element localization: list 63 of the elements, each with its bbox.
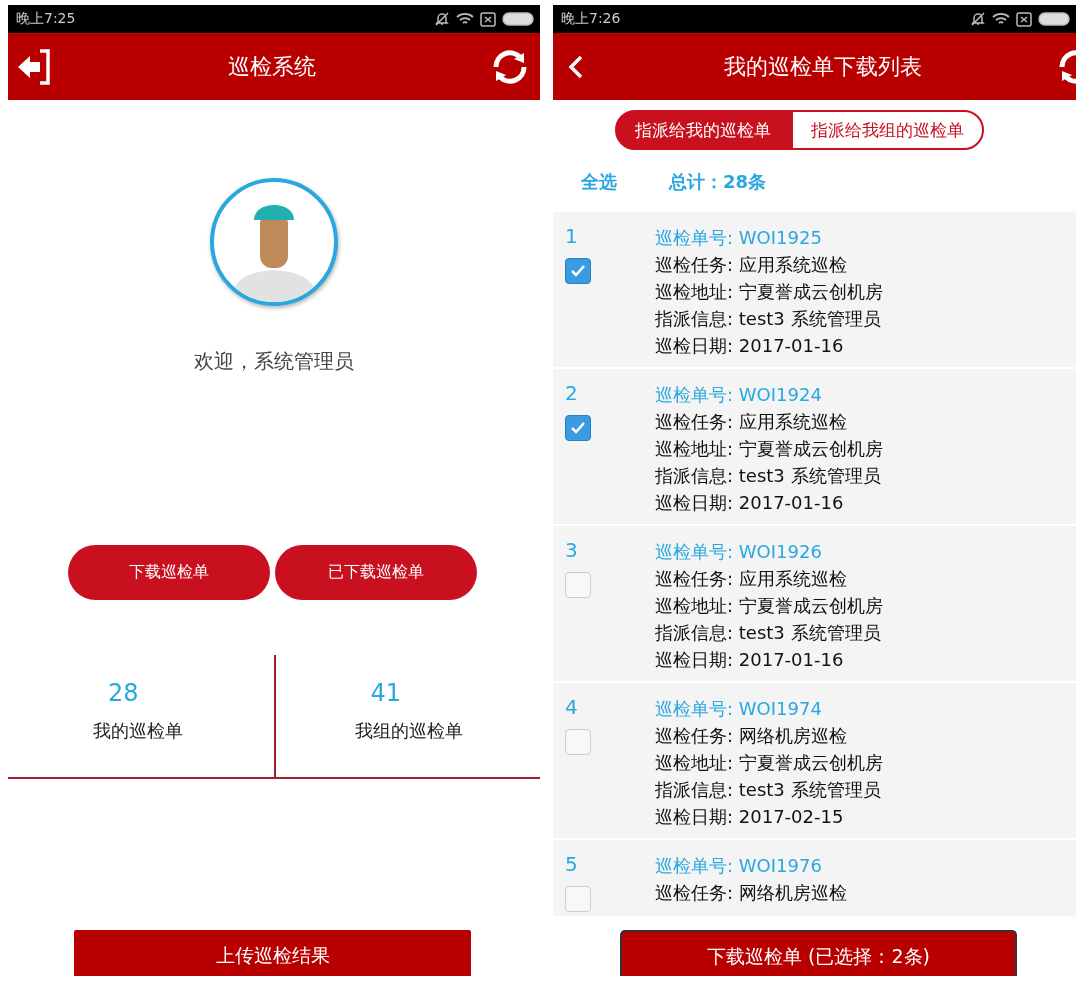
order-number: 巡检单号: WOI1976: [655, 854, 823, 878]
order-detail: 巡检日期: 2017-01-16: [655, 334, 845, 358]
checkbox[interactable]: [565, 572, 591, 598]
order-number: 巡检单号: WOI1974: [655, 697, 823, 721]
total-count: 总计：28条: [669, 170, 767, 194]
battery-icon: [1038, 12, 1070, 26]
item-number: 4: [565, 695, 579, 719]
checkbox[interactable]: [565, 415, 591, 441]
checkbox[interactable]: [565, 258, 591, 284]
item-number: 5: [565, 852, 579, 876]
status-time: 晚上7:25: [16, 10, 76, 28]
tab[interactable]: 指派给我的巡检单: [615, 110, 791, 150]
bell-off-icon: [434, 11, 450, 27]
item-number: 3: [565, 538, 579, 562]
header-title: 巡检系统: [228, 52, 316, 81]
status-time: 晚上7:26: [561, 10, 621, 28]
battery-icon: [502, 12, 534, 26]
order-item[interactable]: 5 巡检单号: WOI1976 巡检任务: 网络机房巡检: [553, 840, 1076, 916]
order-detail: 巡检地址: 宁夏誉成云创机房: [655, 594, 883, 618]
order-detail: 指派信息: test3 系统管理员: [655, 778, 882, 802]
order-detail: 巡检任务: 应用系统巡检: [655, 567, 848, 591]
order-detail: 指派信息: test3 系统管理员: [655, 621, 882, 645]
stat-label: 我的巡检单: [93, 719, 183, 743]
item-number: 2: [565, 381, 579, 405]
upload-button[interactable]: 上传巡检结果: [74, 930, 471, 976]
order-detail: 巡检地址: 宁夏誉成云创机房: [655, 280, 883, 304]
order-detail: 指派信息: test3 系统管理员: [655, 307, 882, 331]
bell-off-icon: [970, 11, 986, 27]
stat-count: 41: [370, 679, 401, 707]
order-detail: 巡检日期: 2017-01-16: [655, 648, 845, 672]
order-detail: 巡检日期: 2017-01-16: [655, 491, 845, 515]
header-title: 我的巡检单下载列表: [723, 52, 922, 81]
order-detail: 指派信息: test3 系统管理员: [655, 464, 882, 488]
order-item[interactable]: 1 巡检单号: WOI1925 巡检任务: 应用系统巡检 巡检地址: 宁夏誉成云创机房 指派信息: test3 系统管理员 巡检日期: 2017-01-16: [553, 212, 1076, 367]
order-number: 巡检单号: WOI1926: [655, 540, 823, 564]
stat-count: 28: [108, 679, 139, 707]
download-button[interactable]: 下载巡检单 (已选择：2条): [620, 930, 1017, 976]
order-detail: 巡检任务: 应用系统巡检: [655, 410, 848, 434]
order-detail: 巡检任务: 网络机房巡检: [655, 881, 847, 905]
order-detail: 巡检日期: 2017-02-15: [655, 805, 845, 829]
sim-icon: [480, 11, 496, 27]
order-item[interactable]: 2 巡检单号: WOI1924 巡检任务: 应用系统巡检 巡检地址: 宁夏誉成云创机房 指派信息: test3 系统管理员 巡检日期: 2017-01-16: [553, 369, 1076, 524]
check-icon: [570, 421, 586, 435]
check-icon: [570, 264, 586, 278]
order-detail: 巡检地址: 宁夏誉成云创机房: [655, 437, 883, 461]
menu-button[interactable]: 已下载巡检单: [274, 545, 477, 600]
order-detail: 巡检任务: 应用系统巡检: [655, 253, 848, 277]
wifi-icon: [456, 12, 474, 26]
order-detail: 巡检地址: 宁夏誉成云创机房: [655, 751, 883, 775]
stat-label: 我组的巡检单: [355, 719, 463, 743]
welcome-text: 欢迎，系统管理员: [193, 348, 355, 375]
order-item[interactable]: 3 巡检单号: WOI1926 巡检任务: 应用系统巡检 巡检地址: 宁夏誉成云创机房 指派信息: test3 系统管理员 巡检日期: 2017-01-16: [553, 526, 1076, 681]
checkbox[interactable]: [565, 729, 591, 755]
item-number: 1: [565, 224, 579, 248]
order-detail: 巡检任务: 网络机房巡检: [655, 724, 848, 748]
order-item[interactable]: 4 巡检单号: WOI1974 巡检任务: 网络机房巡检 巡检地址: 宁夏誉成云创机房 指派信息: test3 系统管理员 巡检日期: 2017-02-15: [553, 683, 1076, 838]
order-number: 巡检单号: WOI1924: [655, 383, 823, 407]
checkbox[interactable]: [565, 886, 591, 912]
wifi-icon: [992, 12, 1010, 26]
sim-icon: [1016, 11, 1032, 27]
menu-button[interactable]: 下载巡检单: [67, 545, 270, 600]
order-number: 巡检单号: WOI1925: [655, 226, 823, 250]
tab[interactable]: 指派给我组的巡检单: [791, 110, 984, 150]
